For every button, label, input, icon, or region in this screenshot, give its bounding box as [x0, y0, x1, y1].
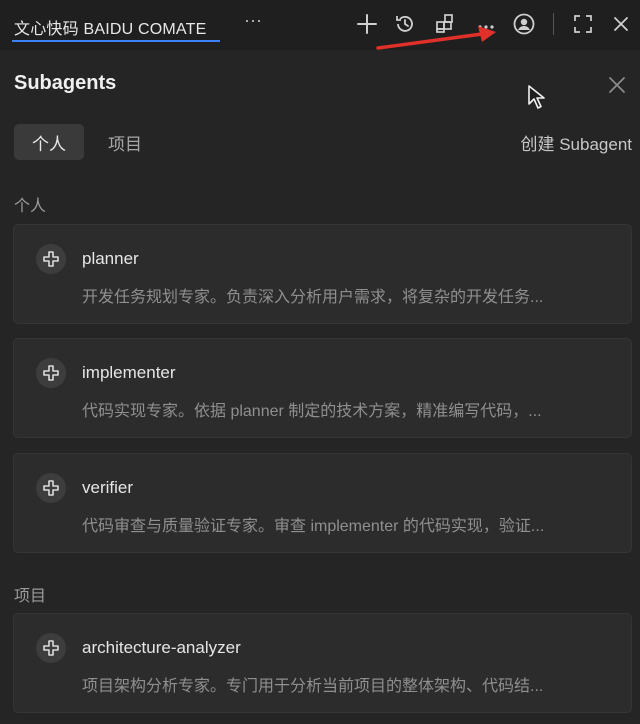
create-subagent-button[interactable]: 创建 Subagent — [520, 130, 632, 155]
more-icon[interactable] — [473, 11, 499, 37]
extensions-icon[interactable] — [432, 11, 458, 37]
tab-more-button[interactable]: ··· — [244, 10, 262, 31]
agent-card-verifier[interactable]: verifier 代码审查与质量验证专家。审查 implementer 的代码实… — [13, 453, 632, 553]
subagent-icon — [36, 633, 66, 663]
section-label-project: 项目 — [14, 588, 47, 605]
titlebar-divider — [553, 13, 554, 35]
add-icon[interactable] — [354, 11, 380, 37]
mouse-cursor-icon — [528, 85, 545, 109]
scope-tabs: 个人 项目 — [14, 124, 160, 160]
agent-description: 代码实现专家。依据 planner 制定的技术方案，精准编写代码，... — [82, 403, 542, 420]
agent-name: architecture-analyzer — [82, 638, 241, 657]
close-panel-icon[interactable] — [604, 72, 630, 98]
agent-card-planner[interactable]: planner 开发任务规划专家。负责深入分析用户需求，将复杂的开发任务... — [13, 224, 632, 324]
agent-card-architecture-analyzer[interactable]: architecture-analyzer 项目架构分析专家。专门用于分析当前项… — [13, 613, 632, 713]
account-icon[interactable] — [511, 11, 537, 37]
agent-description: 项目架构分析专家。专门用于分析当前项目的整体架构、代码结... — [82, 678, 544, 695]
subagent-icon — [36, 358, 66, 388]
panel-title: Subagents — [14, 72, 117, 94]
section-label-personal: 个人 — [14, 198, 47, 215]
agent-name: verifier — [82, 478, 134, 497]
agent-description: 代码审查与质量验证专家。审查 implementer 的代码实现，验证... — [82, 518, 545, 535]
subagent-icon — [36, 244, 66, 274]
agent-card-implementer[interactable]: implementer 代码实现专家。依据 planner 制定的技术方案，精准… — [13, 338, 632, 438]
agent-name: planner — [82, 249, 139, 268]
title-bar: 文心快码 BAIDU COMATE ··· — [0, 0, 640, 50]
close-icon[interactable] — [608, 11, 634, 37]
fullscreen-icon[interactable] — [570, 11, 596, 37]
history-icon[interactable] — [392, 11, 418, 37]
tab-project[interactable]: 项目 — [90, 124, 160, 160]
subagent-icon — [36, 473, 66, 503]
active-tab-indicator — [12, 40, 220, 42]
agent-name: implementer — [82, 363, 176, 382]
agent-description: 开发任务规划专家。负责深入分析用户需求，将复杂的开发任务... — [82, 289, 544, 306]
app-tab[interactable]: 文心快码 BAIDU COMATE — [14, 12, 206, 42]
tab-personal[interactable]: 个人 — [14, 124, 84, 160]
